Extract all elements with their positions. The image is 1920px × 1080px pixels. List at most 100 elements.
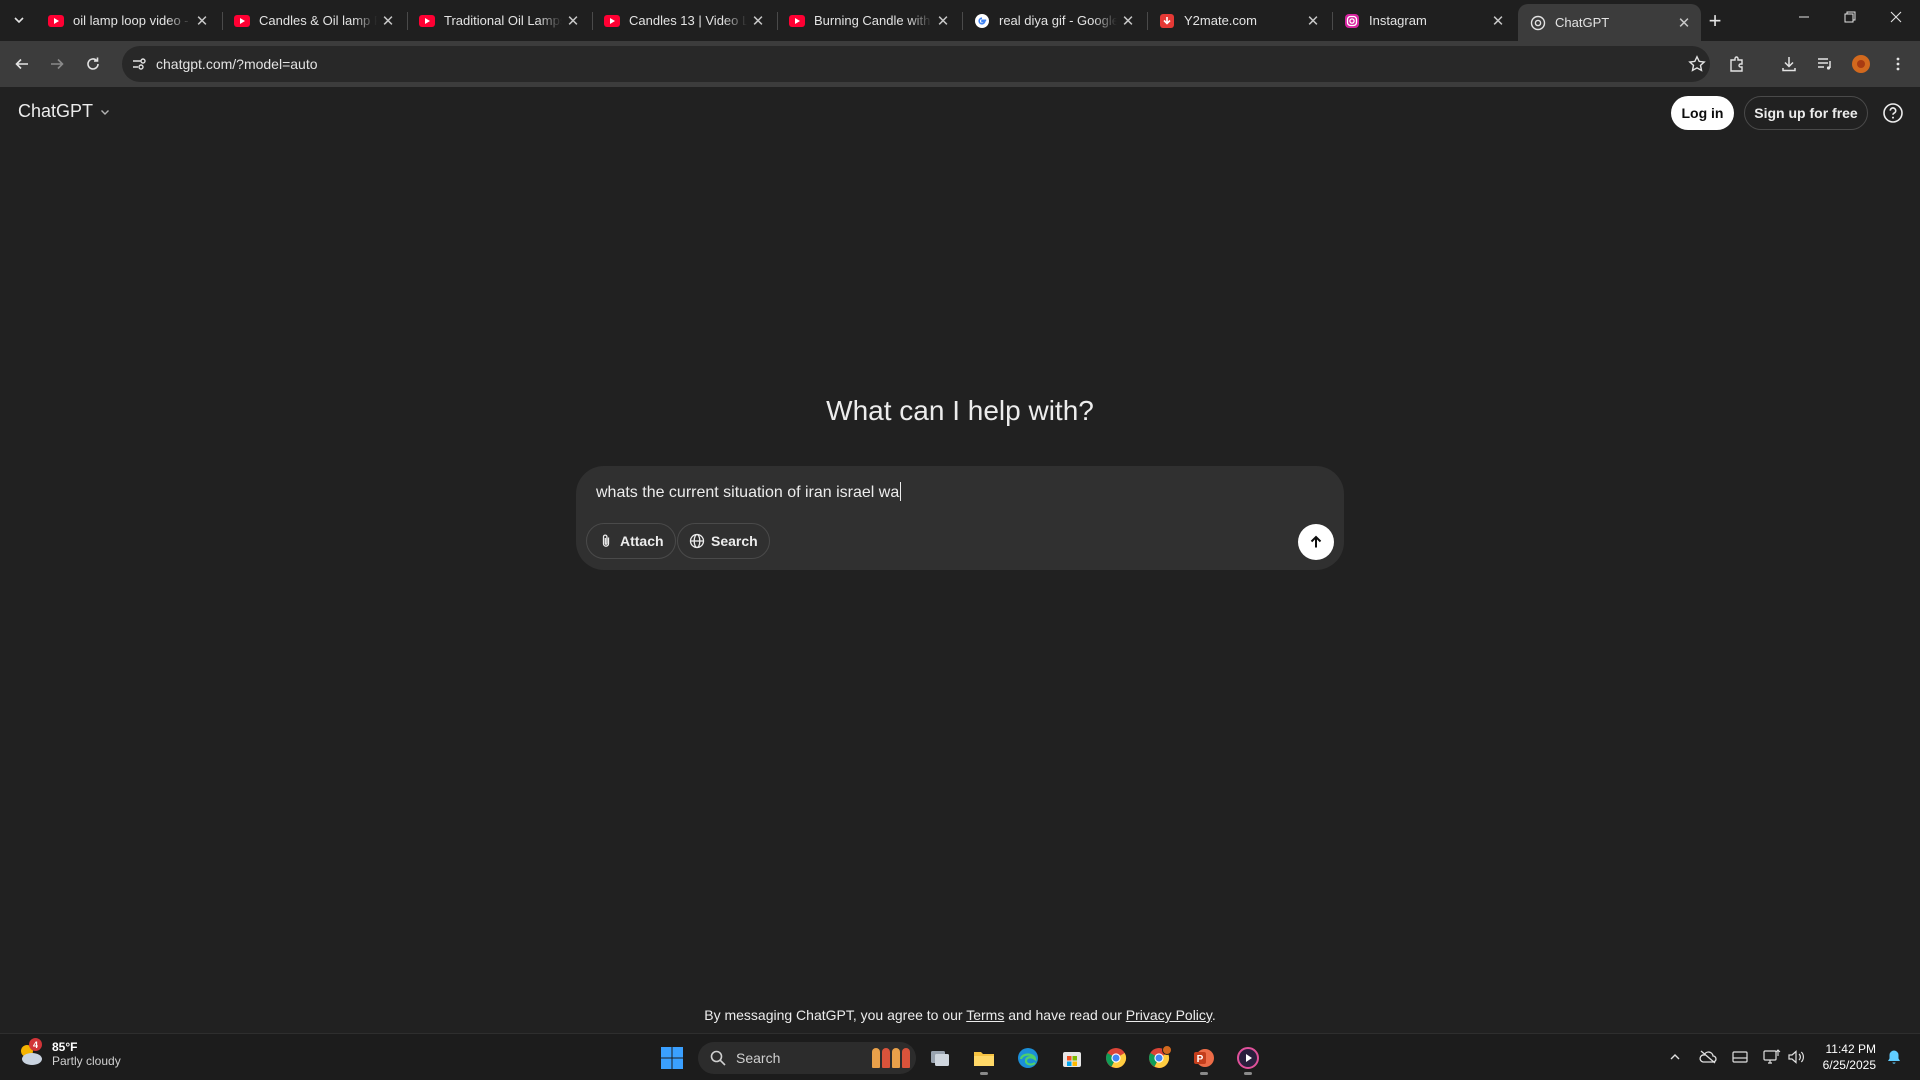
help-button[interactable] bbox=[1880, 100, 1906, 126]
extensions-button[interactable] bbox=[1721, 48, 1753, 80]
back-button[interactable] bbox=[6, 48, 38, 80]
search-button[interactable]: Search bbox=[677, 523, 770, 559]
start-button[interactable] bbox=[654, 1041, 690, 1075]
tab-title: Y2mate.com bbox=[1184, 13, 1257, 28]
browser-tab[interactable]: Candles & Oil lamp Fl ✕ bbox=[222, 4, 405, 37]
youtube-icon bbox=[604, 13, 620, 29]
tab-title: ChatGPT bbox=[1555, 15, 1610, 30]
new-tab-button[interactable]: + bbox=[1702, 8, 1728, 34]
tray-keyboard[interactable] bbox=[1729, 1046, 1751, 1068]
taskbar-file-explorer[interactable] bbox=[966, 1041, 1002, 1075]
tray-volume[interactable] bbox=[1785, 1046, 1807, 1068]
site-info-icon[interactable] bbox=[131, 56, 147, 77]
more-vertical-icon bbox=[1896, 57, 1900, 71]
prompt-input[interactable]: whats the current situation of iran isra… bbox=[596, 482, 902, 502]
tray-network[interactable] bbox=[1761, 1046, 1783, 1068]
close-icon[interactable]: ✕ bbox=[932, 10, 954, 32]
browser-tab[interactable]: oil lamp loop video - ✕ bbox=[36, 4, 219, 37]
taskbar-powerpoint[interactable]: P bbox=[1186, 1041, 1222, 1075]
close-window-button[interactable] bbox=[1873, 0, 1919, 33]
reload-button[interactable] bbox=[77, 48, 109, 80]
taskbar-edge[interactable] bbox=[1010, 1041, 1046, 1075]
chrome-profile-icon bbox=[1149, 1045, 1172, 1069]
weather-widget[interactable]: 4 85°F Partly cloudy bbox=[16, 1038, 121, 1068]
reload-icon bbox=[87, 57, 99, 70]
taskbar-media-player[interactable] bbox=[1230, 1041, 1266, 1075]
taskbar-clock[interactable]: 11:42 PM 6/25/2025 bbox=[1820, 1041, 1876, 1073]
send-button[interactable] bbox=[1298, 524, 1334, 560]
close-icon[interactable]: ✕ bbox=[562, 10, 584, 32]
media-controls-button[interactable] bbox=[1809, 48, 1841, 80]
taskbar-search-label: Search bbox=[736, 1050, 781, 1066]
store-icon bbox=[1063, 1052, 1081, 1067]
model-selector[interactable]: ChatGPT bbox=[18, 101, 111, 122]
brand-name: ChatGPT bbox=[18, 101, 94, 121]
chevron-down-icon bbox=[101, 109, 110, 115]
chatgpt-icon bbox=[1530, 15, 1546, 31]
tab-title: Candles 13 | Video Lo bbox=[629, 13, 747, 28]
network-icon bbox=[1763, 1049, 1781, 1064]
prompt-text: whats the current situation of iran isra… bbox=[596, 484, 900, 501]
windows-logo-icon bbox=[661, 1047, 683, 1069]
youtube-icon bbox=[789, 13, 805, 29]
speaker-icon bbox=[1788, 1050, 1804, 1064]
terms-middle: and have read our bbox=[1004, 1007, 1126, 1023]
browser-tab[interactable]: Y2mate.com ✕ bbox=[1147, 4, 1330, 37]
chevron-down-icon bbox=[14, 17, 24, 24]
close-icon[interactable]: ✕ bbox=[747, 10, 769, 32]
address-bar[interactable]: chatgpt.com/?model=auto bbox=[122, 46, 1710, 82]
search-highlight-icon bbox=[872, 1048, 910, 1068]
cloud-off-icon bbox=[1699, 1050, 1717, 1064]
profile-avatar[interactable] bbox=[1845, 48, 1877, 80]
restore-button[interactable] bbox=[1827, 0, 1873, 33]
show-hidden-icons-button[interactable] bbox=[1664, 1046, 1686, 1068]
terms-link[interactable]: Terms bbox=[966, 1007, 1004, 1023]
tab-title: Instagram bbox=[1369, 13, 1427, 28]
youtube-icon bbox=[419, 13, 435, 29]
close-icon[interactable]: ✕ bbox=[1673, 12, 1695, 34]
notifications-button[interactable] bbox=[1883, 1046, 1905, 1068]
search-label: Search bbox=[711, 533, 758, 549]
attach-button[interactable]: Attach bbox=[586, 523, 676, 559]
media-player-icon bbox=[1237, 1047, 1259, 1069]
taskbar-chrome[interactable] bbox=[1098, 1041, 1134, 1075]
taskbar-chrome-profile[interactable] bbox=[1142, 1041, 1178, 1075]
browser-tab[interactable]: real diya gif - Google ✕ bbox=[962, 4, 1145, 37]
forward-button[interactable] bbox=[41, 48, 73, 80]
close-icon[interactable]: ✕ bbox=[1302, 10, 1324, 32]
folder-icon bbox=[974, 1052, 994, 1066]
weather-icon: 4 bbox=[16, 1038, 44, 1068]
playlist-icon bbox=[1818, 58, 1831, 70]
arrow-up-icon bbox=[1310, 535, 1322, 548]
downloads-button[interactable] bbox=[1773, 48, 1805, 80]
tray-onedrive[interactable] bbox=[1697, 1046, 1719, 1068]
bell-icon bbox=[1888, 1050, 1900, 1064]
taskbar-store[interactable] bbox=[1054, 1041, 1090, 1075]
svg-text:P: P bbox=[1197, 1054, 1204, 1065]
browser-tab-active[interactable]: ChatGPT ✕ bbox=[1518, 4, 1701, 41]
close-icon[interactable]: ✕ bbox=[1487, 10, 1509, 32]
minimize-button[interactable] bbox=[1781, 0, 1827, 33]
browser-menu-button[interactable] bbox=[1882, 48, 1914, 80]
tab-search-button[interactable] bbox=[6, 8, 32, 32]
close-icon[interactable]: ✕ bbox=[191, 10, 213, 32]
close-icon[interactable]: ✕ bbox=[1117, 10, 1139, 32]
bookmark-star-icon[interactable] bbox=[1688, 55, 1706, 78]
login-button[interactable]: Log in bbox=[1671, 96, 1734, 130]
taskbar-search[interactable]: Search bbox=[698, 1042, 916, 1074]
weather-badge: 4 bbox=[29, 1038, 42, 1051]
tab-title: oil lamp loop video - bbox=[73, 13, 189, 28]
browser-tab[interactable]: Burning Candle with l ✕ bbox=[777, 4, 960, 37]
tab-title: Candles & Oil lamp Fl bbox=[259, 13, 377, 28]
attach-label: Attach bbox=[620, 533, 664, 549]
clock-date: 6/25/2025 bbox=[1822, 1058, 1876, 1072]
privacy-policy-link[interactable]: Privacy Policy bbox=[1126, 1007, 1212, 1023]
browser-tab[interactable]: Traditional Oil Lamps ✕ bbox=[407, 4, 590, 37]
close-icon bbox=[1890, 11, 1902, 22]
browser-tab[interactable]: Candles 13 | Video Lo ✕ bbox=[592, 4, 775, 37]
browser-tab[interactable]: Instagram ✕ bbox=[1332, 4, 1515, 37]
task-view-button[interactable] bbox=[922, 1041, 958, 1075]
close-icon[interactable]: ✕ bbox=[377, 10, 399, 32]
signup-button[interactable]: Sign up for free bbox=[1744, 96, 1868, 130]
windows-taskbar: 4 85°F Partly cloudy Search P 11:42 PM 6… bbox=[0, 1033, 1920, 1080]
